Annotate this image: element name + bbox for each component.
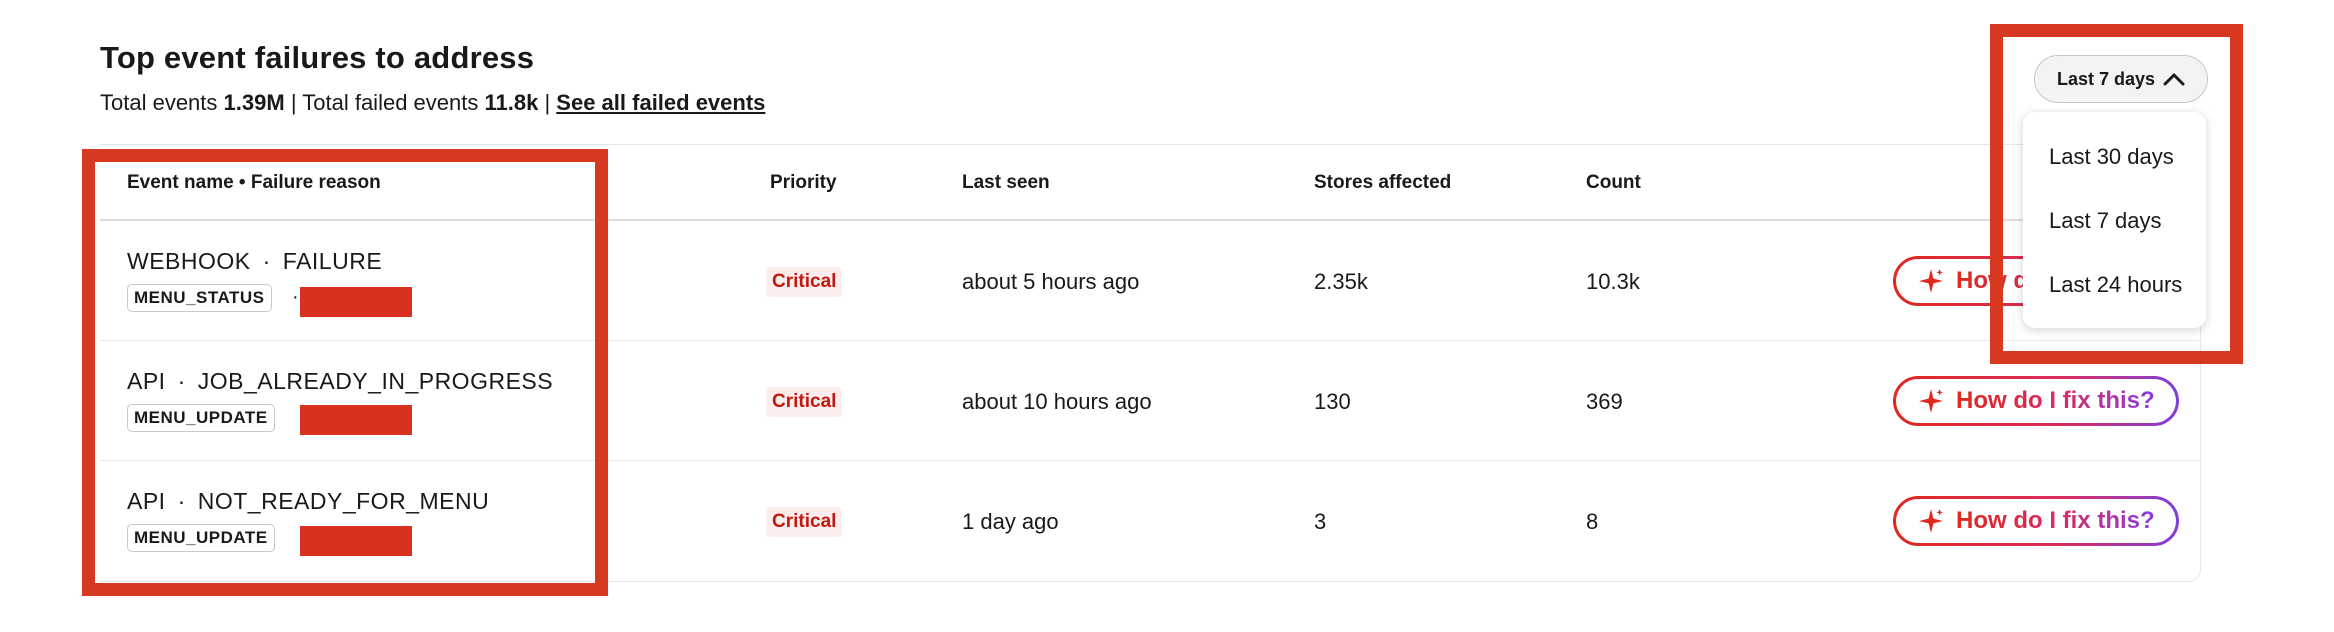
count-value: 10.3k bbox=[1586, 269, 1640, 294]
total-events-value: 1.39M bbox=[223, 90, 285, 115]
separator: | bbox=[544, 90, 551, 115]
sparkle-icon bbox=[1919, 389, 1943, 413]
column-header-last-seen[interactable]: Last seen bbox=[962, 172, 1050, 194]
stores-affected-value: 2.35k bbox=[1314, 269, 1368, 294]
stores-affected-value: 130 bbox=[1314, 389, 1351, 414]
how-do-i-fix-label: How do I fix this? bbox=[1956, 387, 2155, 414]
column-header-stores[interactable]: Stores affected bbox=[1314, 172, 1451, 194]
how-do-i-fix-button[interactable]: How do I fix this? bbox=[1893, 376, 2179, 426]
priority-badge: Critical bbox=[766, 267, 843, 297]
column-header-count[interactable]: Count bbox=[1586, 172, 1641, 194]
total-failed-value: 11.8k bbox=[484, 90, 539, 115]
last-seen-value: 1 day ago bbox=[962, 509, 1059, 534]
how-do-i-fix-label: How do I fix this? bbox=[1956, 507, 2155, 534]
column-header-priority[interactable]: Priority bbox=[770, 172, 837, 194]
event-column-highlight bbox=[82, 149, 608, 596]
priority-badge: Critical bbox=[766, 387, 843, 417]
priority-badge: Critical bbox=[766, 507, 843, 537]
last-seen-value: about 10 hours ago bbox=[962, 389, 1152, 414]
sparkle-icon bbox=[1919, 509, 1943, 533]
separator: | bbox=[290, 90, 297, 115]
how-do-i-fix-button[interactable]: How do I fix this? bbox=[1893, 496, 2179, 546]
last-seen-value: about 5 hours ago bbox=[962, 269, 1140, 294]
event-summary: Total events 1.39M | Total failed events… bbox=[100, 90, 765, 116]
count-value: 8 bbox=[1586, 509, 1599, 534]
see-all-failed-events-link[interactable]: See all failed events bbox=[556, 90, 765, 115]
section-title: Top event failures to address bbox=[100, 40, 535, 75]
sparkle-icon bbox=[1919, 269, 1943, 293]
stores-affected-value: 3 bbox=[1314, 509, 1327, 534]
total-events-label: Total events bbox=[100, 90, 218, 115]
count-value: 369 bbox=[1586, 389, 1623, 414]
dropdown-highlight bbox=[1990, 24, 2243, 364]
total-failed-label: Total failed events bbox=[302, 90, 479, 115]
